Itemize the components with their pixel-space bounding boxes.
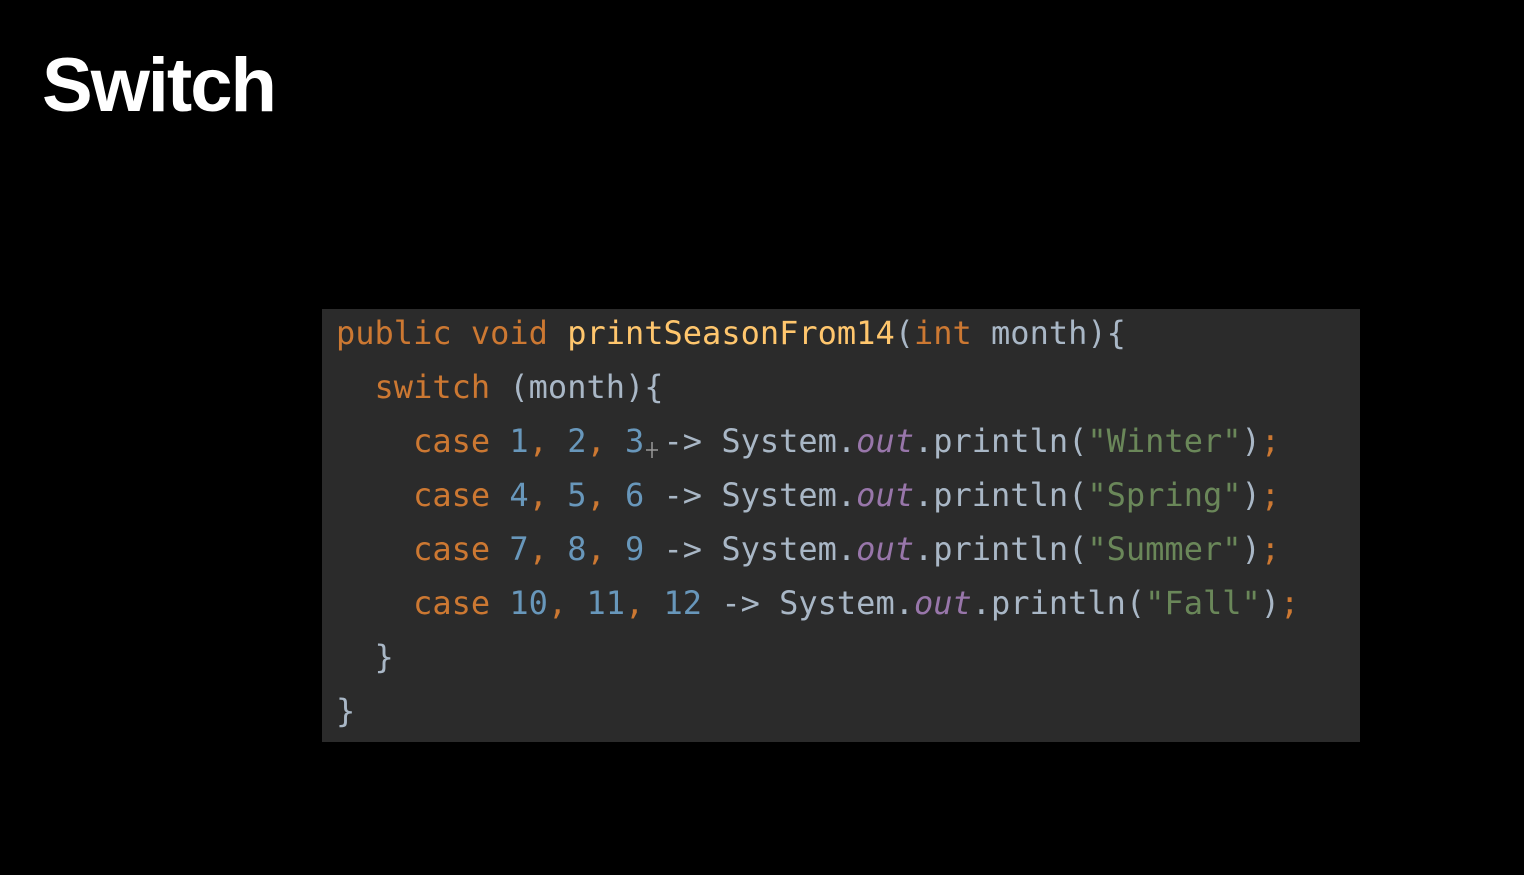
code-line-method-close: } [336, 684, 355, 738]
class-system: System [721, 530, 837, 568]
case-number: 2 [567, 422, 587, 460]
keyword-void: void [470, 314, 548, 352]
signature-close: ){ [1087, 314, 1126, 352]
field-out: out [913, 584, 972, 622]
code-line-method-signature: public void printSeasonFrom14(int month)… [336, 306, 1126, 360]
paren-close: ) [1241, 530, 1261, 568]
paren-close: ) [1260, 584, 1281, 622]
dot: . [894, 584, 914, 622]
class-system: System [721, 422, 837, 460]
dot: . [836, 476, 857, 514]
comma: , [528, 530, 548, 568]
method-name: printSeasonFrom14 [567, 314, 895, 352]
slide: Switch public void printSeasonFrom14(int… [0, 0, 1524, 875]
comma: , [586, 530, 606, 568]
string-literal: "Fall" [1145, 584, 1261, 622]
case-number: 1 [509, 422, 529, 460]
semicolon: ; [1260, 530, 1281, 568]
case-number: 11 [586, 584, 625, 622]
method-println: .println( [971, 584, 1146, 622]
semicolon: ; [1260, 422, 1281, 460]
field-out: out [856, 422, 914, 460]
paren-close: ) [1241, 476, 1261, 514]
closing-brace: } [336, 692, 356, 730]
method-println: .println( [913, 422, 1088, 460]
case-number: 12 [663, 584, 703, 622]
switch-expression: (month){ [509, 368, 664, 406]
keyword-case: case [413, 584, 491, 622]
field-out: out [856, 530, 914, 568]
class-system: System [721, 476, 837, 514]
slide-title: Switch [42, 43, 277, 128]
case-number: 7 [509, 530, 529, 568]
string-literal: "Summer" [1087, 530, 1242, 568]
case-number: 5 [567, 476, 587, 514]
paren-open: ( [894, 314, 914, 352]
code-line-switch-close: } [336, 630, 394, 684]
keyword-case: case [413, 422, 491, 460]
code-line-case: case 10, 11, 12 -> System.out.println("F… [336, 576, 1299, 630]
arrow: -> [663, 530, 703, 568]
case-number: 9 [624, 530, 645, 568]
string-literal: "Spring" [1087, 476, 1242, 514]
keyword-public: public [336, 314, 452, 352]
code-line-case: case 7, 8, 9 -> System.out.println("Summ… [336, 522, 1280, 576]
field-out: out [856, 476, 914, 514]
code-block: public void printSeasonFrom14(int month)… [322, 309, 1360, 742]
comma: , [547, 584, 568, 622]
keyword-case: case [413, 530, 491, 568]
arrow: -> [663, 476, 703, 514]
comma: , [586, 422, 606, 460]
dot: . [836, 530, 857, 568]
closing-brace: } [374, 638, 394, 676]
class-system: System [779, 584, 895, 622]
comma: , [624, 584, 645, 622]
method-println: .println( [913, 476, 1088, 514]
method-println: .println( [913, 530, 1088, 568]
keyword-int: int [913, 314, 972, 352]
case-number: 4 [509, 476, 529, 514]
comma: , [528, 476, 548, 514]
keyword-case: case [413, 476, 491, 514]
case-number: 10 [509, 584, 548, 622]
dot: . [836, 422, 857, 460]
case-number: 8 [567, 530, 587, 568]
arrow: -> [663, 422, 703, 460]
comma: , [586, 476, 606, 514]
case-number: 3 [624, 422, 645, 460]
param-name: month [991, 314, 1088, 352]
comma: , [528, 422, 548, 460]
code-line-case: case 1, 2, 3 -> System.out.println("Wint… [336, 414, 1280, 468]
code-line-case: case 4, 5, 6 -> System.out.println("Spri… [336, 468, 1280, 522]
arrow: -> [721, 584, 760, 622]
semicolon: ; [1280, 584, 1300, 622]
paren-close: ) [1241, 422, 1261, 460]
code-line-switch: switch (month){ [336, 360, 664, 414]
semicolon: ; [1260, 476, 1281, 514]
string-literal: "Winter" [1087, 422, 1242, 460]
case-number: 6 [624, 476, 645, 514]
keyword-switch: switch [374, 368, 491, 406]
